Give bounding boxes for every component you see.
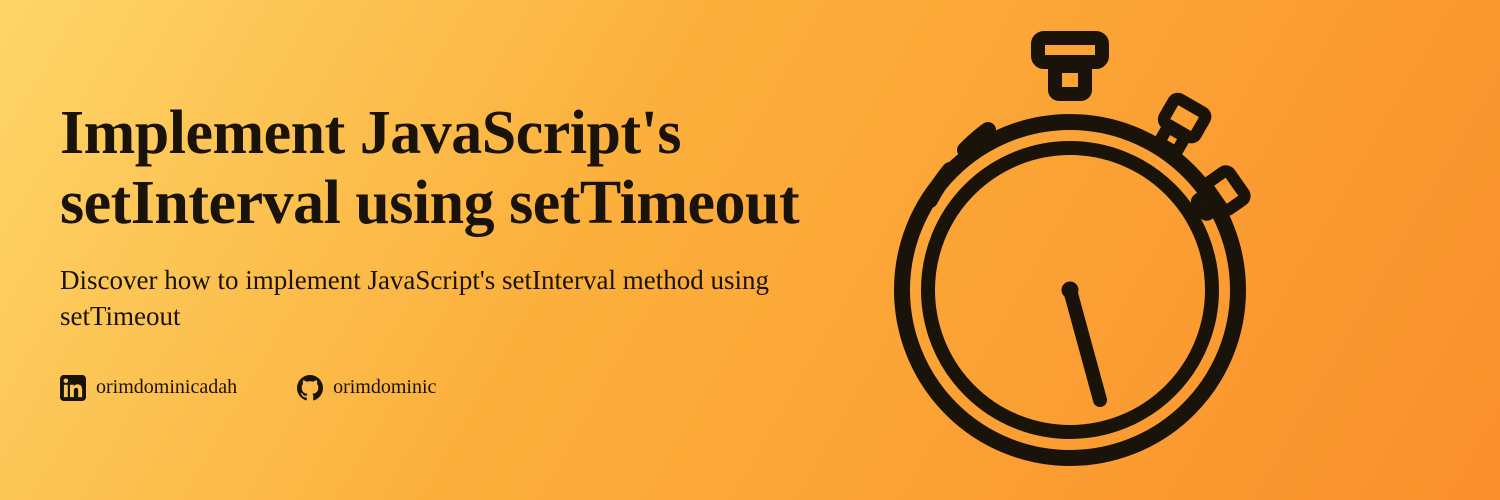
social-links: orimdominicadah orimdominic	[60, 375, 840, 401]
stopwatch-icon	[840, 30, 1300, 470]
page-subtitle: Discover how to implement JavaScript's s…	[60, 262, 840, 335]
linkedin-handle: orimdominicadah	[96, 376, 237, 399]
linkedin-icon	[60, 375, 86, 401]
content-area: Implement JavaScript's setInterval using…	[60, 99, 840, 401]
page-title: Implement JavaScript's setInterval using…	[60, 99, 840, 238]
github-link[interactable]: orimdominic	[297, 375, 436, 401]
github-icon	[297, 375, 323, 401]
linkedin-link[interactable]: orimdominicadah	[60, 375, 237, 401]
github-handle: orimdominic	[333, 376, 436, 399]
